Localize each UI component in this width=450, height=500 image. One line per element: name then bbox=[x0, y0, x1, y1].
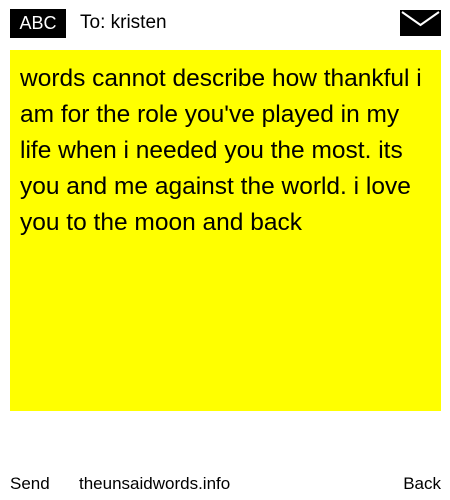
input-mode-badge: ABC bbox=[10, 9, 66, 38]
message-box[interactable]: words cannot describe how thankful i am … bbox=[10, 50, 441, 411]
site-link[interactable]: theunsaidwords.info bbox=[79, 473, 230, 495]
back-button[interactable]: Back bbox=[403, 473, 441, 495]
send-button[interactable]: Send bbox=[10, 473, 50, 495]
header: ABC To: kristen bbox=[0, 0, 450, 46]
recipient-label: To: kristen bbox=[80, 12, 167, 33]
message-text: words cannot describe how thankful i am … bbox=[20, 65, 422, 236]
envelope-icon[interactable] bbox=[400, 10, 441, 36]
